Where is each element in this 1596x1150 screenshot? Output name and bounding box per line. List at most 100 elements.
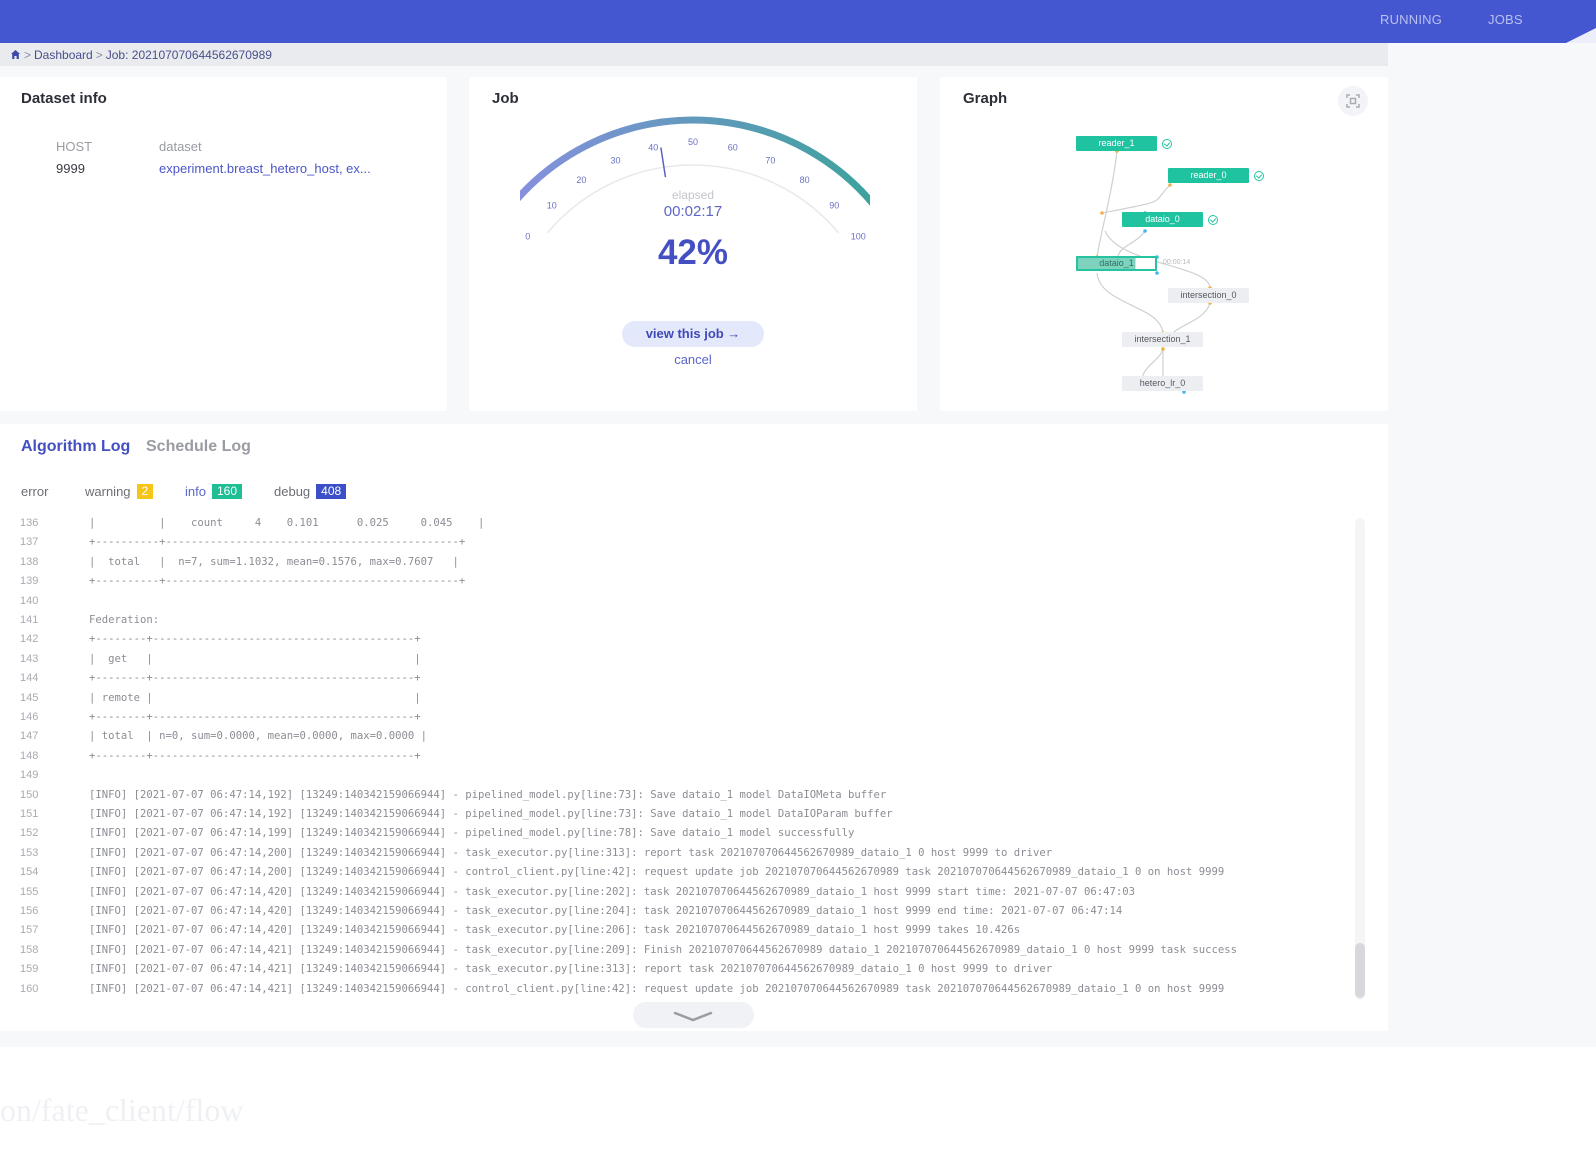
filter-label: info: [185, 484, 206, 499]
graph-node-intersection-0[interactable]: intersection_0: [1168, 288, 1249, 303]
home-icon[interactable]: [10, 49, 21, 60]
gauge-tick-label: 100: [851, 231, 866, 241]
log-line: 150 [INFO] [2021-07-07 06:47:14,192] [132…: [0, 789, 1350, 808]
log-line-text: [INFO] [2021-07-07 06:47:14,200] [13249:…: [89, 866, 1225, 879]
log-line: 139 +----------+-------------------------…: [0, 575, 1350, 594]
log-line-text: | | count 4 0.101 0.025 0.045 |: [89, 517, 485, 529]
breadcrumb-separator: >: [24, 47, 32, 62]
job-title: Job: [492, 90, 519, 107]
progress-percent: 42%: [657, 233, 729, 272]
log-line-number: 152: [20, 827, 39, 840]
log-line: 147 | total | n=0, sum=0.0000, mean=0.000…: [0, 730, 1350, 749]
log-line: 158 [INFO] [2021-07-07 06:47:14,421] [132…: [0, 944, 1350, 963]
log-line-number: 160: [20, 982, 39, 995]
edge-reader1-dataio1: [1096, 150, 1118, 258]
log-line-text: +--------+------------------------------…: [89, 749, 421, 762]
breadcrumb-dashboard[interactable]: Dashboard: [34, 48, 93, 62]
graph-node-hetero-lr-0[interactable]: hetero_lr_0: [1122, 376, 1203, 391]
log-line-number: 149: [20, 769, 39, 782]
edge-dataio1-intersection1: [1096, 272, 1164, 334]
log-line-text: [INFO] [2021-07-07 06:47:14,200] [13249:…: [89, 846, 1053, 859]
edge-reader0-dataio0: [1101, 184, 1171, 214]
graph-node-reader-1[interactable]: reader_1: [1076, 136, 1157, 151]
log-line-number: 137: [20, 536, 39, 549]
log-line-number: 158: [20, 943, 39, 956]
log-line: 142 +--------+---------------------------…: [0, 633, 1350, 652]
log-viewer[interactable]: 136 | | count 4 0.101 0.025 0.045 | 137 +--…: [0, 515, 1360, 1000]
log-line-text: +--------+------------------------------…: [89, 633, 421, 646]
gauge-tick-label: 80: [800, 175, 810, 185]
log-line-text: | total | n=0, sum=0.0000, mean=0.0000, …: [89, 730, 428, 743]
log-line-text: [INFO] [2021-07-07 06:47:14,420] [13249:…: [89, 885, 1135, 898]
log-line: 151 [INFO] [2021-07-07 06:47:14,192] [132…: [0, 808, 1350, 827]
log-line-text: +--------+------------------------------…: [89, 672, 421, 685]
log-line-number: 145: [20, 691, 39, 704]
tab-algorithm-log[interactable]: Algorithm Log: [21, 438, 130, 456]
log-line-number: 156: [20, 905, 39, 917]
breadcrumb-job: Job: 202107070644562670989: [105, 47, 272, 62]
tab-schedule-log[interactable]: Schedule Log: [146, 438, 251, 456]
background-url-text: on/fate_client/flow: [0, 1092, 244, 1128]
success-check-icon: [1162, 139, 1172, 149]
log-line: 143 | get | |: [0, 653, 1350, 672]
chevron-down-icon: [673, 1011, 713, 1022]
gauge-tick-label: 40: [648, 142, 658, 152]
graph-node-dataio-1[interactable]: dataio_1: [1076, 256, 1157, 271]
log-scrollbar-thumb[interactable]: [1355, 943, 1365, 998]
fullscreen-button[interactable]: [1338, 86, 1368, 116]
nav-running[interactable]: RUNNING: [1380, 12, 1442, 27]
log-line: 153 [INFO] [2021-07-07 06:47:14,200] [132…: [0, 847, 1350, 866]
log-line-number: 140: [20, 594, 39, 607]
edge-intersection0-intersection1: [1172, 302, 1211, 334]
log-line-number: 157: [20, 924, 39, 937]
log-line: 145 | remote | |: [0, 692, 1350, 711]
graph-node-intersection-1[interactable]: intersection_1: [1122, 332, 1203, 347]
log-line-text: [INFO] [2021-07-07 06:47:14,192] [13249:…: [89, 808, 893, 820]
filter-label: error: [21, 484, 49, 499]
filter-info[interactable]: info 160: [185, 484, 242, 499]
filter-label: warning: [85, 484, 131, 499]
log-line: 140: [0, 595, 1350, 614]
dataset-link[interactable]: experiment.breast_hetero_host, ex...: [159, 161, 371, 176]
log-line-number: 154: [20, 866, 39, 879]
graph-node-label: dataio_1: [1099, 258, 1134, 268]
log-line-number: 141: [20, 614, 39, 626]
filter-debug[interactable]: debug 408: [274, 484, 347, 499]
info-count-badge: 160: [211, 484, 242, 499]
log-line: 157 [INFO] [2021-07-07 06:47:14,420] [132…: [0, 924, 1350, 943]
log-line: 141 Federation:: [0, 614, 1350, 633]
log-line: 144 +--------+---------------------------…: [0, 672, 1350, 691]
filter-warning[interactable]: warning 2: [85, 484, 154, 499]
log-line: 149: [0, 769, 1350, 788]
log-line-text: [INFO] [2021-07-07 06:47:14,420] [13249:…: [89, 905, 1123, 917]
log-line: 155 [INFO] [2021-07-07 06:47:14,420] [132…: [0, 886, 1350, 905]
scroll-down-button[interactable]: [633, 1002, 754, 1028]
log-line-number: 143: [20, 652, 39, 665]
log-line-number: 153: [20, 846, 39, 859]
graph-node-dataio-0[interactable]: dataio_0: [1122, 212, 1203, 227]
log-line-text: [INFO] [2021-07-07 06:47:14,421] [13249:…: [89, 982, 1225, 995]
success-check-icon: [1208, 215, 1218, 225]
log-line-text: +----------+----------------------------…: [89, 536, 466, 549]
debug-count-badge: 408: [316, 484, 347, 499]
log-line: 138 | total | n=7, sum=1.1032, mean=0.157…: [0, 556, 1350, 575]
gauge-needle: [660, 147, 667, 178]
log-line-text: | total | n=7, sum=1.1032, mean=0.1576, …: [89, 555, 459, 568]
log-scrollbar-track[interactable]: [1355, 518, 1365, 1000]
log-line: 160 [INFO] [2021-07-07 06:47:14,421] [132…: [0, 983, 1350, 1000]
nav-jobs[interactable]: JOBS: [1488, 12, 1523, 27]
log-line-number: 138: [20, 555, 39, 568]
nav-corner-decoration: [1566, 28, 1596, 43]
log-line: 152 [INFO] [2021-07-07 06:47:14,199] [132…: [0, 827, 1350, 846]
cancel-job-link[interactable]: cancel: [622, 352, 764, 367]
graph-title: Graph: [963, 90, 1008, 107]
log-line-text: [INFO] [2021-07-07 06:47:14,420] [13249:…: [89, 924, 1021, 937]
breadcrumb-separator: >: [95, 47, 103, 62]
gauge-tick-label: 30: [611, 155, 621, 165]
top-nav-bar: RUNNING JOBS: [0, 0, 1596, 43]
log-line: 136 | | count 4 0.101 0.025 0.045 |: [0, 517, 1350, 536]
graph-node-reader-0[interactable]: reader_0: [1168, 168, 1249, 183]
view-job-button[interactable]: view this job →: [622, 321, 764, 347]
dataset-info-title: Dataset info: [21, 90, 107, 107]
filter-error[interactable]: error: [21, 484, 48, 499]
